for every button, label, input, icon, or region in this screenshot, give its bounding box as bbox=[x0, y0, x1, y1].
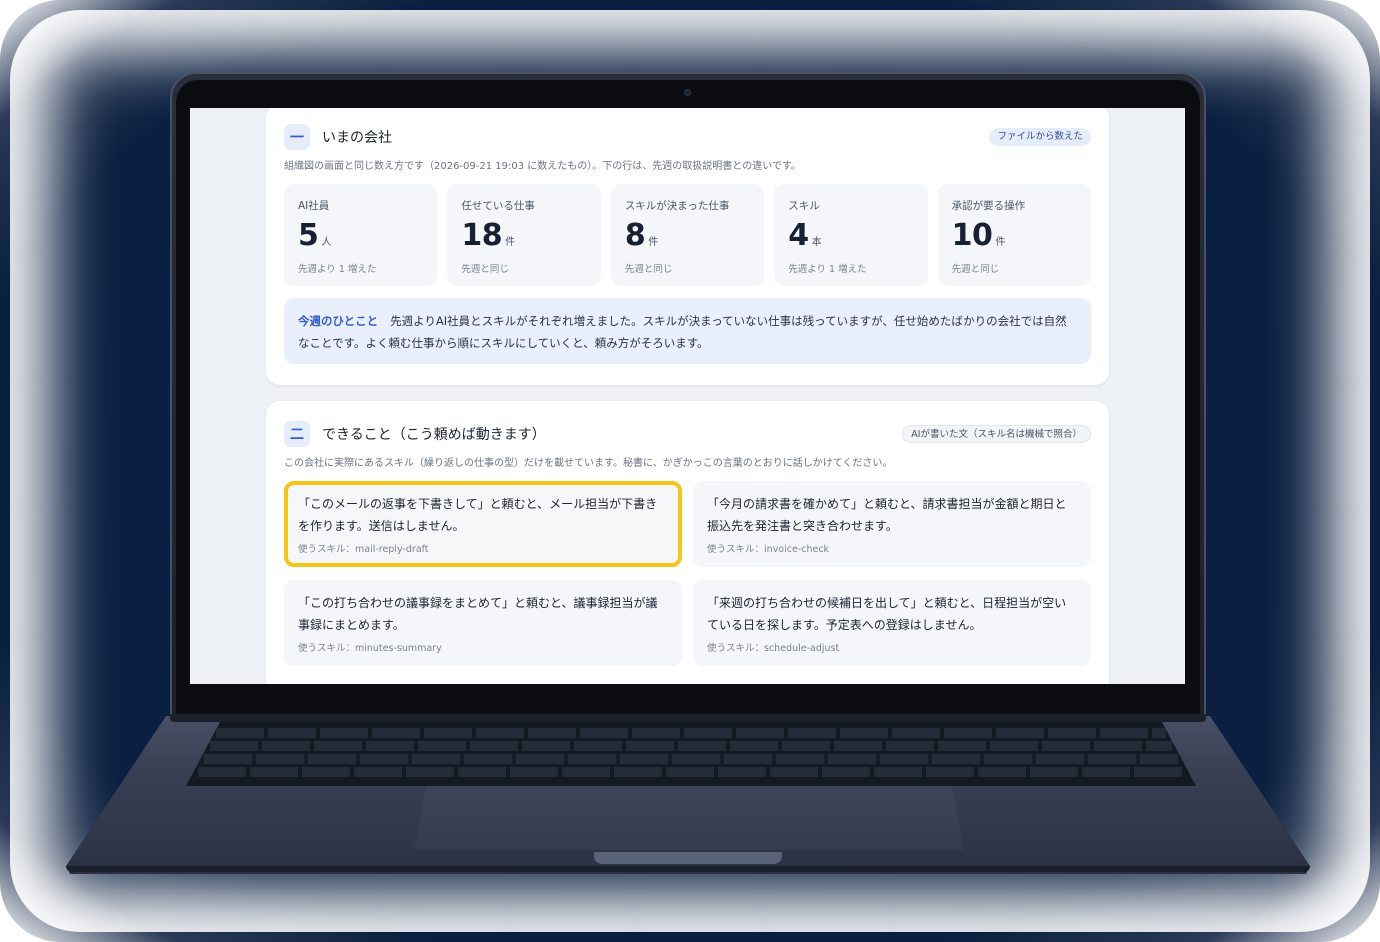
capability-text: 「この打ち合わせの議事録をまとめて」と頼むと、議事録担当が議事録にまとめます。 bbox=[298, 596, 658, 632]
stat-label: 承認が要る操作 bbox=[951, 200, 1026, 212]
stat-change: 先週と同じ bbox=[461, 264, 509, 275]
stat-unit: 件 bbox=[505, 237, 516, 248]
ai-written-badge: AIが書いた文（スキル名は機械で照合） bbox=[902, 425, 1091, 443]
stat-label: スキルが決まった仕事 bbox=[624, 200, 730, 212]
note-label: 今週のひとこと bbox=[298, 314, 379, 328]
keyboard bbox=[186, 722, 1196, 786]
trackpad bbox=[414, 786, 964, 850]
stat-value: 18 bbox=[461, 218, 503, 253]
stat-unit: 人 bbox=[321, 237, 332, 248]
current-company-card: 一 いまの会社 ファイルから数えた 組織図の画面と同じ数え方です（2026-09… bbox=[266, 108, 1109, 385]
screen: 一 いまの会社 ファイルから数えた 組織図の画面と同じ数え方です（2026-09… bbox=[190, 108, 1185, 684]
stats-row: AI社員 5人 先週より 1 増えた 任せている仕事 18 件 先週と同じ スキル… bbox=[284, 184, 1092, 286]
capability-tile-minutes-summary[interactable]: 「この打ち合わせの議事録をまとめて」と頼むと、議事録担当が議事録にまとめます。 … bbox=[284, 580, 682, 666]
base-edge bbox=[66, 866, 1310, 872]
stat-card-skill-defined-work: スキルが決まった仕事 8件 先週と同じ bbox=[610, 184, 765, 286]
stat-unit: 本 bbox=[811, 237, 822, 248]
stat-card-assigned-work: 任せている仕事 18 件 先週と同じ bbox=[447, 184, 601, 286]
section-description: この会社に実際にあるスキル（繰り返しの仕事の型）だけを載せています。秘書に、かぎ… bbox=[284, 458, 893, 469]
stat-value: 10 bbox=[951, 218, 993, 253]
section-header: 二 できること（こう頼めば動きます） bbox=[284, 421, 546, 447]
stat-label: 任せている仕事 bbox=[461, 200, 535, 212]
section-number: 二 bbox=[284, 421, 310, 447]
source-badge: ファイルから数えた bbox=[989, 128, 1091, 146]
capabilities-card: 二 できること（こう頼めば動きます） AIが書いた文（スキル名は機械で照合） こ… bbox=[266, 401, 1109, 684]
capability-skill: 使うスキル：minutes-summary bbox=[298, 643, 442, 654]
section-title: いまの会社 bbox=[322, 130, 392, 146]
stat-label: スキル bbox=[788, 200, 820, 212]
lid-notch bbox=[594, 852, 782, 864]
capability-skill: 使うスキル：mail-reply-draft bbox=[298, 544, 429, 555]
stat-value: 5 bbox=[298, 218, 319, 253]
stat-card-skills: スキル 4本 先週より 1 増えた bbox=[774, 184, 928, 286]
stat-unit: 件 bbox=[648, 237, 659, 248]
stat-change: 先週より 1 増えた bbox=[788, 264, 867, 275]
capability-tile-mail-reply-draft[interactable]: 「このメールの返事を下書きして」と頼むと、メール担当が下書きを作ります。送信はし… bbox=[284, 481, 682, 567]
stat-value: 4 bbox=[788, 218, 809, 253]
capability-text: 「今月の請求書を確かめて」と頼むと、請求書担当が金額と期日と振込先を発注書と突き… bbox=[707, 497, 1067, 533]
weekly-note: 今週のひとこと 先週よりAI社員とスキルがそれぞれ増えました。スキルが決まっていな… bbox=[284, 298, 1091, 364]
capability-tile-invoice-check[interactable]: 「今月の請求書を確かめて」と頼むと、請求書担当が金額と期日と振込先を発注書と突き… bbox=[693, 481, 1091, 567]
note-text: 先週よりAI社員とスキルがそれぞれ増えました。スキルが決まっていない仕事は残って… bbox=[298, 314, 1067, 350]
laptop-hinge bbox=[170, 714, 1206, 722]
capability-text: 「このメールの返事を下書きして」と頼むと、メール担当が下書きを作ります。送信はし… bbox=[298, 497, 658, 533]
stat-change: 先週と同じ bbox=[624, 264, 673, 275]
stat-card-ai-employees: AI社員 5人 先週より 1 増えた bbox=[284, 184, 438, 286]
stat-card-approval-operations: 承認が要る操作 10 件 先週と同じ bbox=[937, 184, 1092, 286]
stat-value: 8 bbox=[624, 218, 646, 253]
section-description: 組織図の画面と同じ数え方です（2026-09-21 19:03 に数えたもの）。… bbox=[284, 161, 801, 172]
capability-skill: 使うスキル：invoice-check bbox=[707, 544, 830, 555]
stat-change: 先週と同じ bbox=[951, 264, 1000, 275]
stat-label: AI社員 bbox=[298, 200, 330, 212]
capability-skill: 使うスキル：schedule-adjust bbox=[707, 643, 840, 654]
capability-tile-schedule-adjust[interactable]: 「来週の打ち合わせの候補日を出して」と頼むと、日程担当が空いている日を探します。… bbox=[693, 580, 1091, 666]
section-number: 一 bbox=[284, 124, 310, 150]
camera-icon bbox=[684, 89, 691, 96]
capability-text: 「来週の打ち合わせの候補日を出して」と頼むと、日程担当が空いている日を探します。… bbox=[707, 596, 1067, 632]
stat-change: 先週より 1 増えた bbox=[298, 264, 377, 275]
section-header: 一 いまの会社 bbox=[284, 124, 392, 150]
stat-unit: 件 bbox=[995, 237, 1006, 248]
section-title: できること（こう頼めば動きます） bbox=[322, 427, 546, 443]
